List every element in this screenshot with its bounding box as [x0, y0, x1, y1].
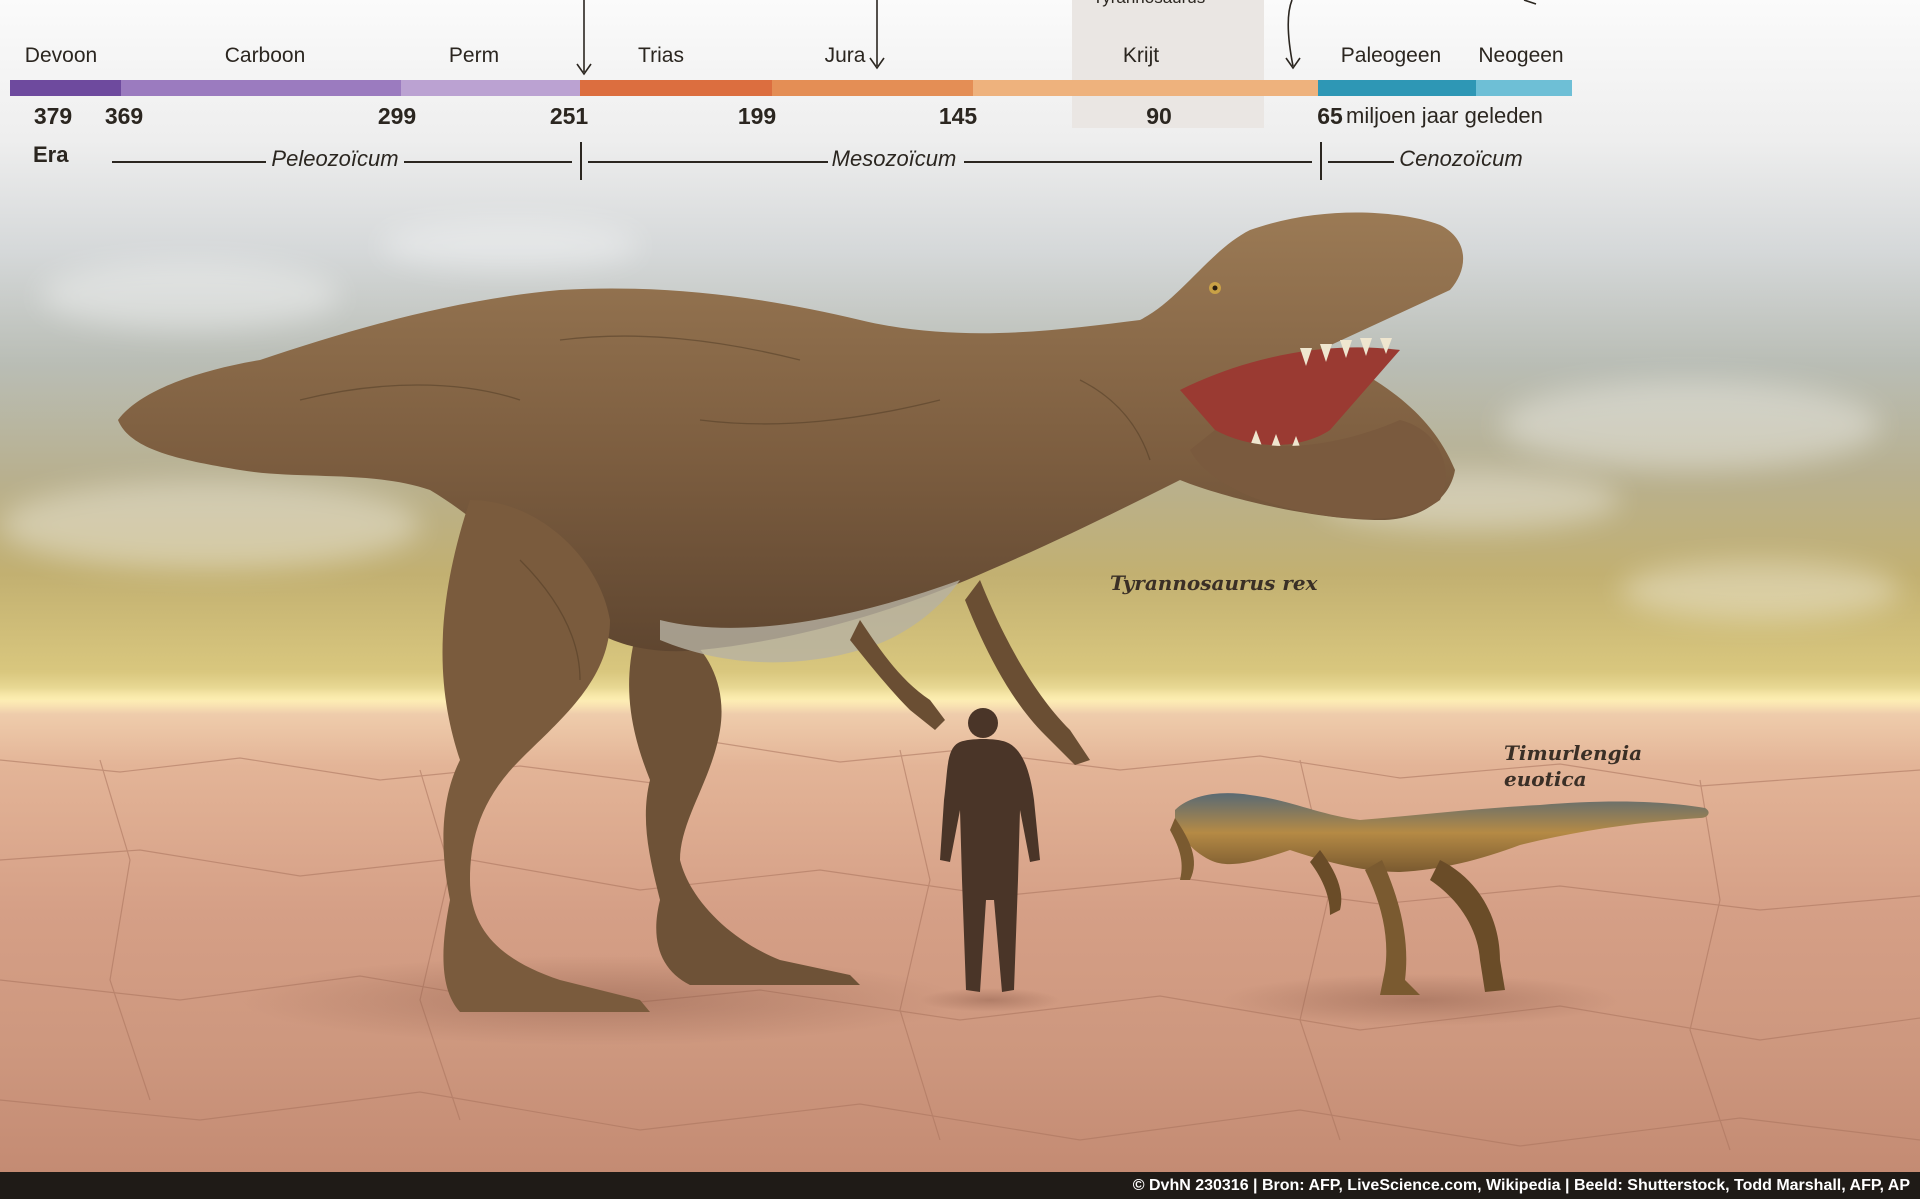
credits-footer: © DvhN 230316 | Bron: AFP, LiveScience.c…	[0, 1172, 1920, 1199]
dinosaur-illustrations	[118, 212, 1709, 1045]
human-silhouette	[940, 708, 1040, 992]
timurlengia-illustration	[1170, 793, 1709, 995]
timurlengia-label-line2: euotica	[1504, 767, 1587, 791]
infographic-scene: Tyrannosaurus DevoonCarboonPermTriasJura…	[0, 0, 1920, 1199]
tyrannosaurus-illustration	[118, 212, 1464, 1012]
credits-text: © DvhN 230316 | Bron: AFP, LiveScience.c…	[1132, 1176, 1910, 1194]
trex-label: Tyrannosaurus rex	[1110, 571, 1318, 595]
timurlengia-label-line1: Timurlengia	[1504, 741, 1643, 765]
